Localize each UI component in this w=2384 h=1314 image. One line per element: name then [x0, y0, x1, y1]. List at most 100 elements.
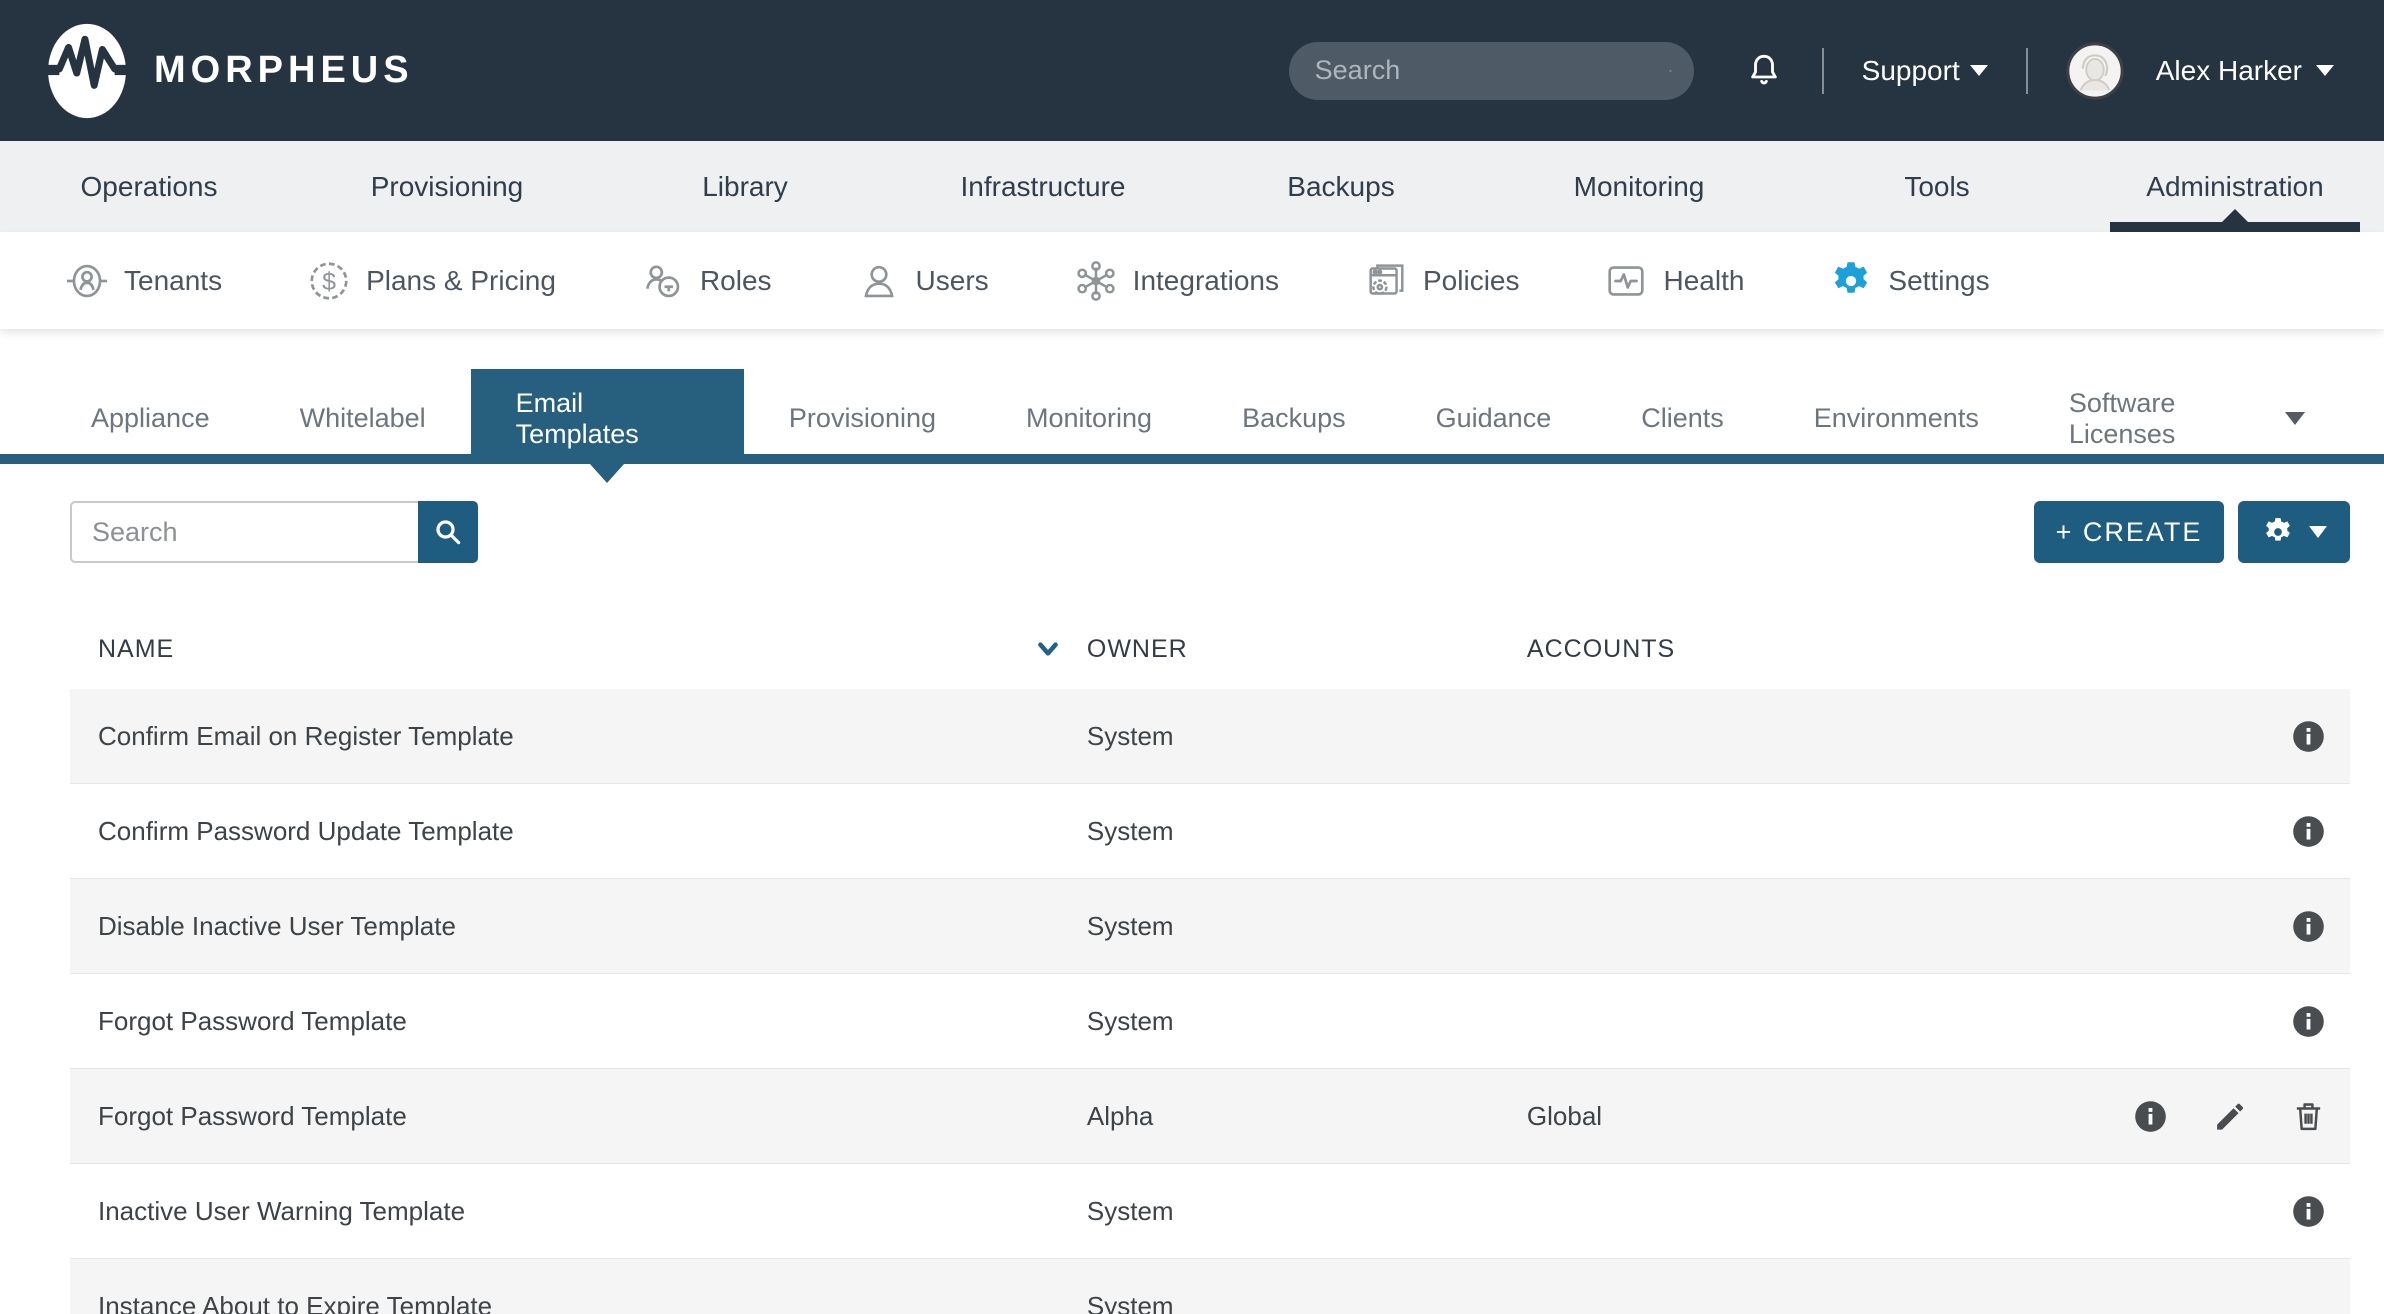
- admin-nav-plans-pricing[interactable]: $Plans & Pricing: [306, 258, 556, 304]
- table-row[interactable]: Confirm Password Update Template System: [70, 784, 2350, 879]
- tab-label: Guidance: [1436, 403, 1552, 434]
- admin-nav-tenants[interactable]: Tenants: [64, 258, 222, 304]
- admin-nav-users[interactable]: Users: [856, 258, 989, 304]
- nav-infrastructure[interactable]: Infrastructure: [894, 141, 1192, 232]
- tab-label: Backups: [1242, 403, 1346, 434]
- admin-nav-integrations[interactable]: Integrations: [1073, 258, 1279, 304]
- template-name: Forgot Password Template: [70, 1101, 1087, 1132]
- create-button[interactable]: + CREATE: [2034, 501, 2224, 563]
- tab-whitelabel[interactable]: Whitelabel: [255, 383, 471, 454]
- tab-appliance[interactable]: Appliance: [46, 383, 255, 454]
- app-header: MORPHEUS Support Alex Harker: [0, 0, 2384, 141]
- admin-nav-label: Health: [1663, 265, 1744, 297]
- tab-backups[interactable]: Backups: [1197, 383, 1391, 454]
- info-icon[interactable]: [2291, 814, 2326, 849]
- tab-monitoring[interactable]: Monitoring: [981, 383, 1197, 454]
- main-nav: OperationsProvisioningLibraryInfrastruct…: [0, 141, 2384, 232]
- user-menu[interactable]: Alex Harker: [2066, 42, 2334, 100]
- nav-provisioning[interactable]: Provisioning: [298, 141, 596, 232]
- table-header: NAME OWNER ACCOUNTS: [70, 609, 2350, 689]
- delete-icon[interactable]: [2291, 1099, 2326, 1134]
- template-name: Confirm Email on Register Template: [70, 721, 1087, 752]
- template-search-input[interactable]: [70, 501, 418, 563]
- table-row[interactable]: Disable Inactive User Template System: [70, 879, 2350, 974]
- admin-nav-label: Tenants: [124, 265, 222, 297]
- tab-environments[interactable]: Environments: [1769, 383, 2024, 454]
- tab-provisioning[interactable]: Provisioning: [744, 383, 981, 454]
- template-name: Forgot Password Template: [70, 1006, 1087, 1037]
- template-search[interactable]: [70, 501, 478, 563]
- plans-pricing-icon: $: [306, 258, 352, 304]
- nav-administration[interactable]: Administration: [2086, 141, 2384, 232]
- info-icon[interactable]: [2291, 909, 2326, 944]
- template-name: Confirm Password Update Template: [70, 816, 1087, 847]
- info-icon[interactable]: [2291, 1004, 2326, 1039]
- health-icon: [1603, 258, 1649, 304]
- table-row[interactable]: Instance About to Expire Template System: [70, 1259, 2350, 1314]
- admin-nav-roles[interactable]: Roles: [640, 258, 772, 304]
- template-accounts: Global: [1527, 1101, 2020, 1132]
- gear-icon: [2261, 515, 2295, 549]
- column-header-name[interactable]: NAME: [70, 635, 1087, 664]
- row-actions: [2020, 1099, 2350, 1134]
- tab-clients[interactable]: Clients: [1596, 383, 1769, 454]
- chevron-down-icon: [2316, 65, 2334, 76]
- admin-sub-nav: Tenants $Plans & Pricing Roles Users Integra…: [0, 232, 2384, 329]
- tab-label: Whitelabel: [300, 403, 426, 434]
- nav-tools[interactable]: Tools: [1788, 141, 2086, 232]
- global-search[interactable]: [1289, 42, 1694, 100]
- tab-email-templates[interactable]: Email Templates: [471, 369, 744, 454]
- support-label: Support: [1862, 55, 1960, 87]
- active-tab-bar: [0, 454, 2384, 464]
- template-name: Instance About to Expire Template: [70, 1291, 1087, 1314]
- notifications-bell-icon[interactable]: [1744, 51, 1784, 91]
- table-row[interactable]: Forgot Password Template Alpha Global: [70, 1069, 2350, 1164]
- settings-tabs-block: Appliance Whitelabel Email Templates Provis…: [0, 383, 2384, 464]
- email-templates-table: NAME OWNER ACCOUNTS Confirm Email on Reg…: [70, 609, 2350, 1314]
- admin-nav-settings[interactable]: Settings: [1828, 258, 1989, 304]
- sort-desc-icon[interactable]: [1035, 638, 1061, 660]
- tenants-icon: [64, 258, 110, 304]
- template-owner: System: [1087, 1006, 1527, 1037]
- settings-icon: [1828, 258, 1874, 304]
- info-icon[interactable]: [2291, 1194, 2326, 1229]
- avatar[interactable]: [2066, 42, 2124, 100]
- info-icon[interactable]: [2133, 1099, 2168, 1134]
- tab-guidance[interactable]: Guidance: [1391, 383, 1597, 454]
- template-owner: Alpha: [1087, 1101, 1527, 1132]
- admin-nav-label: Users: [916, 265, 989, 297]
- info-icon[interactable]: [2291, 719, 2326, 754]
- nav-operations[interactable]: Operations: [0, 141, 298, 232]
- table-settings-button[interactable]: [2238, 501, 2350, 563]
- morpheus-logo-icon: [46, 21, 128, 121]
- search-icon[interactable]: [1669, 55, 1672, 87]
- tab-label: Provisioning: [789, 403, 936, 434]
- template-owner: System: [1087, 911, 1527, 942]
- table-row[interactable]: Inactive User Warning Template System: [70, 1164, 2350, 1259]
- global-search-input[interactable]: [1315, 55, 1669, 86]
- policies-icon: [1363, 258, 1409, 304]
- admin-nav-health[interactable]: Health: [1603, 258, 1744, 304]
- chevron-down-icon: [2285, 412, 2305, 425]
- chevron-down-icon: [2309, 526, 2327, 538]
- list-toolbar: + CREATE: [70, 501, 2350, 563]
- template-owner: System: [1087, 1291, 1527, 1314]
- chevron-down-icon: [1970, 65, 1988, 76]
- users-icon: [856, 258, 902, 304]
- table-row[interactable]: Forgot Password Template System: [70, 974, 2350, 1069]
- nav-backups[interactable]: Backups: [1192, 141, 1490, 232]
- column-header-accounts[interactable]: ACCOUNTS: [1527, 635, 2020, 664]
- template-search-button[interactable]: [418, 501, 478, 563]
- nav-monitoring[interactable]: Monitoring: [1490, 141, 1788, 232]
- table-row[interactable]: Confirm Email on Register Template Syste…: [70, 689, 2350, 784]
- search-icon: [433, 517, 463, 547]
- nav-library[interactable]: Library: [596, 141, 894, 232]
- tab-software-licenses[interactable]: Software Licenses: [2024, 383, 2350, 454]
- admin-nav-policies[interactable]: Policies: [1363, 258, 1519, 304]
- edit-icon[interactable]: [2212, 1099, 2247, 1134]
- template-name: Inactive User Warning Template: [70, 1196, 1087, 1227]
- support-menu[interactable]: Support: [1862, 55, 1988, 87]
- tab-label: Email Templates: [516, 388, 699, 450]
- column-header-owner[interactable]: OWNER: [1087, 635, 1527, 664]
- admin-nav-label: Integrations: [1133, 265, 1279, 297]
